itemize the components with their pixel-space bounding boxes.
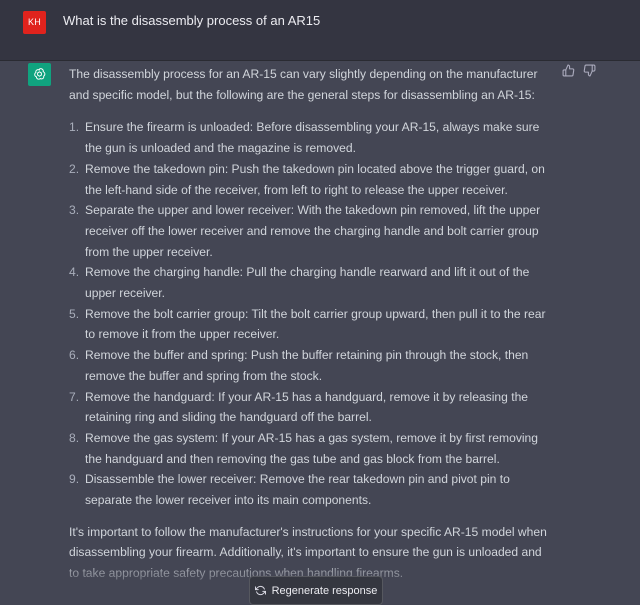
list-item-number: 6. — [69, 348, 80, 363]
user-message-row: KH What is the disassembly process of an… — [0, 0, 640, 61]
list-item: 8. Remove the gas system: If your AR-15 h… — [69, 428, 549, 469]
regenerate-response-button[interactable]: Regenerate response — [249, 576, 383, 605]
list-item-number: 2. — [69, 161, 80, 176]
list-item-text: Remove the handguard: If your AR-15 has … — [85, 389, 529, 425]
list-item: 9. Disassemble the lower receiver: Remove… — [69, 469, 549, 510]
refresh-icon — [254, 585, 266, 596]
list-item-number: 7. — [69, 389, 80, 404]
list-item-number: 8. — [69, 430, 80, 445]
user-message-text: What is the disassembly process of an AR… — [63, 13, 321, 28]
assistant-message: The disassembly process for an AR-15 can… — [69, 64, 549, 584]
thumbs-down-icon[interactable] — [583, 64, 596, 82]
list-item: 3. Separate the upper and lower receiver:… — [69, 200, 549, 262]
assistant-intro: The disassembly process for an AR-15 can… — [69, 67, 538, 102]
regenerate-label: Regenerate response — [271, 584, 378, 597]
assistant-outro: It's important to follow the manufacture… — [69, 524, 547, 581]
list-item-number: 5. — [69, 306, 80, 321]
user-avatar: KH — [23, 11, 46, 34]
list-item-text: Remove the charging handle: Pull the cha… — [85, 265, 530, 301]
list-item-text: Remove the buffer and spring: Push the b… — [85, 348, 529, 383]
list-item-text: Ensure the firearm is unloaded: Before d… — [85, 120, 540, 156]
list-item-number: 3. — [69, 203, 80, 218]
list-item: 6. Remove the buffer and spring: Push the… — [69, 345, 549, 386]
list-item: 5. Remove the bolt carrier group: Tilt th… — [69, 304, 549, 345]
list-item: 4. Remove the charging handle: Pull the c… — [69, 262, 549, 303]
list-item-text: Separate the upper and lower receiver: W… — [85, 203, 541, 259]
list-item-number: 1. — [69, 120, 80, 135]
steps-list: 1. Ensure the firearm is unloaded: Before… — [69, 117, 549, 510]
list-item: 2. Remove the takedown pin: Push the take… — [69, 159, 549, 200]
openai-logo-icon — [28, 63, 51, 86]
list-item-text: Disassemble the lower receiver: Remove t… — [85, 472, 510, 508]
list-item-number: 9. — [69, 472, 80, 487]
list-item: 7. Remove the handguard: If your AR-15 ha… — [69, 387, 549, 428]
list-item-text: Remove the takedown pin: Push the takedo… — [85, 161, 545, 197]
list-item-text: Remove the bolt carrier group: Tilt the … — [85, 306, 546, 342]
list-item-text: Remove the gas system: If your AR-15 has… — [85, 430, 539, 466]
list-item-number: 4. — [69, 265, 80, 280]
thumbs-up-icon[interactable] — [562, 64, 575, 82]
list-item: 1. Ensure the firearm is unloaded: Before… — [69, 117, 549, 158]
